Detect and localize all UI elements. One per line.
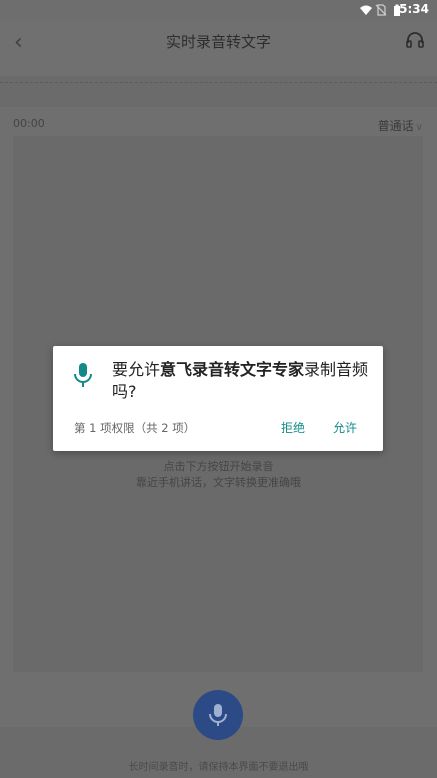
- language-label: 普通话: [377, 119, 414, 133]
- deny-button[interactable]: 拒绝: [281, 419, 305, 436]
- footer-note: 长时间录音时，请保持本界面不要退出哦: [128, 762, 309, 773]
- allow-button[interactable]: 允许: [333, 419, 357, 436]
- page-title: 实时录音转文字: [165, 33, 271, 51]
- wifi-icon: [360, 5, 372, 15]
- headphones-icon[interactable]: [405, 30, 425, 50]
- clock: 5:34: [399, 2, 429, 16]
- permission-count: 第 1 项权限（共 2 项）: [74, 421, 196, 435]
- record-button[interactable]: [193, 690, 243, 740]
- chevron-down-icon: ∨: [415, 122, 423, 133]
- elapsed-time: 00:00: [13, 117, 45, 130]
- permission-dialog: 要允许意飞录音转文字专家录制音频吗? 第 1 项权限（共 2 项） 拒绝 允许: [53, 346, 383, 451]
- status-bar: 5:34: [0, 0, 437, 20]
- permission-message: 要允许意飞录音转文字专家录制音频吗?: [112, 359, 372, 403]
- app-bar: ‹ 实时录音转文字: [0, 20, 437, 76]
- message-prefix: 要允许: [112, 360, 161, 379]
- no-sim-icon: [375, 4, 387, 16]
- microphone-icon: [209, 704, 227, 726]
- divider: [0, 82, 437, 83]
- hint-speak: 靠近手机讲话，文字转换更准确哦: [136, 476, 301, 489]
- hint-start: 点击下方按钮开始录音: [163, 460, 274, 473]
- language-selector[interactable]: 普通话 ∨: [378, 117, 423, 134]
- microphone-icon: [74, 363, 92, 387]
- app-name: 意飞录音转文字专家: [160, 360, 305, 379]
